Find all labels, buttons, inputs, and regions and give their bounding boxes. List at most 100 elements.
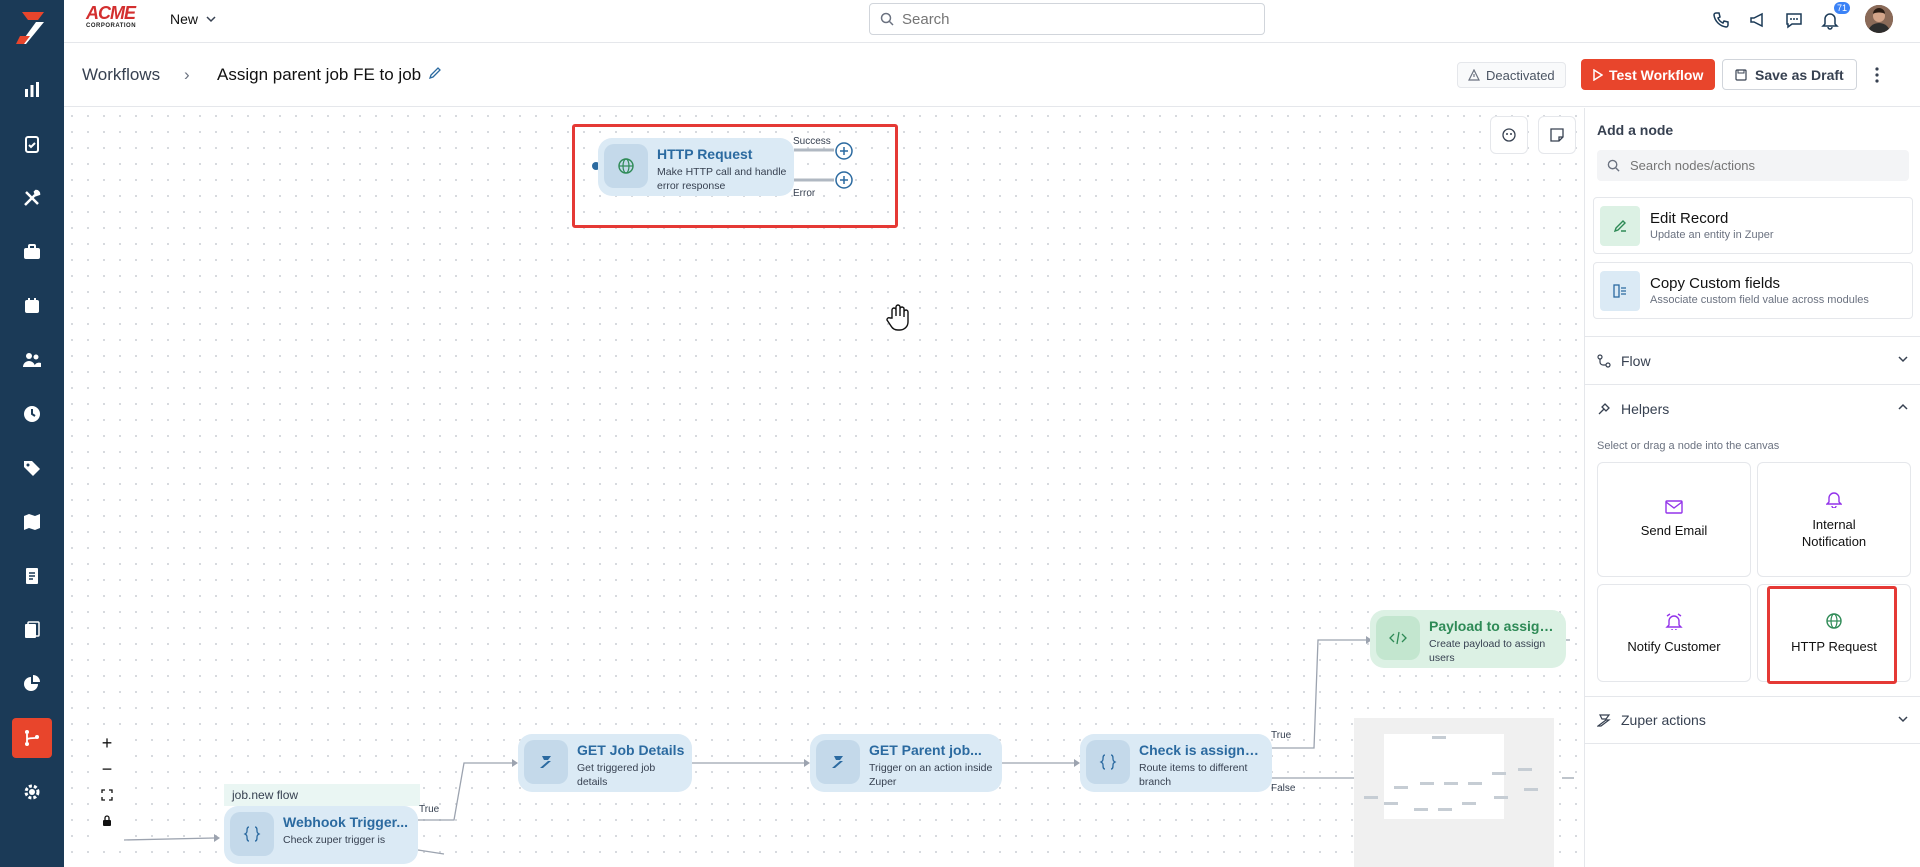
card-desc: Associate custom field value across modu… — [1650, 294, 1869, 306]
sidebar-item-workflows[interactable] — [12, 718, 52, 758]
internal-notification-tile[interactable]: Internal Notification — [1757, 462, 1911, 577]
new-menu-button[interactable]: New — [170, 11, 216, 27]
globe-icon — [604, 144, 648, 188]
node-search[interactable] — [1597, 150, 1909, 181]
more-options-icon[interactable] — [1867, 63, 1887, 87]
phone-icon[interactable] — [1710, 8, 1734, 32]
zoom-out-icon[interactable]: − — [92, 756, 122, 782]
node-title: Webhook Trigger... — [283, 814, 408, 830]
zoom-in-icon[interactable]: + — [92, 730, 122, 756]
edge-label-true: True — [419, 804, 440, 815]
save-draft-button[interactable]: Save as Draft — [1722, 59, 1857, 90]
search-icon — [1607, 159, 1620, 172]
lock-icon[interactable] — [92, 808, 122, 834]
sidebar-item-documents[interactable] — [12, 610, 52, 650]
workflow-canvas[interactable]: HTTP Request Make HTTP call and handle e… — [64, 108, 1584, 867]
status-label: Deactivated — [1486, 67, 1555, 83]
notify-customer-tile[interactable]: Notify Customer — [1597, 584, 1751, 682]
sidebar-item-settings[interactable] — [12, 772, 52, 812]
sidebar-item-reports[interactable] — [12, 664, 52, 704]
copy-custom-fields-card[interactable]: Copy Custom fields Associate custom fiel… — [1593, 262, 1913, 319]
zuper-action-icon — [816, 740, 860, 784]
node-search-input[interactable] — [1630, 158, 1890, 173]
global-search[interactable] — [869, 3, 1265, 35]
sidebar-item-customers[interactable] — [12, 340, 52, 380]
chat-icon[interactable] — [1782, 8, 1806, 32]
minimap[interactable] — [1354, 718, 1554, 867]
breadcrumb-separator: › — [184, 65, 190, 84]
play-icon — [1593, 68, 1603, 81]
node-desc: Check zuper trigger is — [283, 834, 386, 846]
chevron-down-icon — [1898, 716, 1908, 723]
workflow-header: Workflows › Assign parent job FE to job … — [64, 43, 1920, 107]
sidebar-item-schedule[interactable] — [12, 286, 52, 326]
section-flow[interactable]: Flow — [1585, 336, 1920, 384]
sticky-note-icon[interactable] — [1538, 116, 1576, 154]
node-desc: Create payload to assign users — [1429, 638, 1546, 664]
fit-screen-icon[interactable] — [92, 782, 122, 808]
map-icon — [24, 514, 40, 530]
company-logo[interactable]: ACME CORPORATION — [86, 4, 150, 32]
helpers-hint: Select or drag a node into the canvas — [1597, 440, 1780, 452]
sidebar-item-tools[interactable] — [12, 178, 52, 218]
section-label: Flow — [1621, 352, 1651, 369]
helpers-icon — [1598, 402, 1610, 414]
workflow-title: Assign parent job FE to job — [217, 65, 422, 84]
http-node-title: HTTP Request — [657, 146, 753, 162]
node-title: GET Job Details — [577, 742, 685, 758]
new-menu-label: New — [170, 11, 199, 27]
sidebar-item-projects[interactable] — [12, 232, 52, 272]
sidebar-item-pricing[interactable] — [12, 448, 52, 488]
sidebar-item-timesheet[interactable] — [12, 394, 52, 434]
alarm-bell-icon — [1665, 612, 1683, 630]
test-workflow-button[interactable]: Test Workflow — [1581, 59, 1716, 90]
user-avatar[interactable] — [1865, 5, 1893, 33]
zuper-logo-icon[interactable] — [14, 8, 50, 48]
braces-icon — [1086, 740, 1130, 784]
node-desc: Get triggered job details — [577, 762, 656, 788]
calendar-icon — [25, 298, 39, 313]
sidebar-item-map[interactable] — [12, 502, 52, 542]
node-title: Check is assigned... — [1139, 742, 1266, 758]
fit-view-icon[interactable] — [1490, 116, 1528, 154]
http-request-node[interactable]: HTTP Request Make HTTP call and handle e… — [598, 138, 794, 196]
invoice-icon — [26, 568, 38, 584]
clock-icon — [24, 406, 40, 422]
node-desc: Route items to different branch — [1139, 762, 1248, 788]
node-desc: Trigger on an action inside Zuper — [869, 762, 993, 788]
megaphone-icon[interactable] — [1746, 8, 1770, 32]
get-parent-job-node[interactable]: GET Parent job... Trigger on an action i… — [810, 734, 1002, 792]
edit-pencil-icon[interactable] — [428, 66, 442, 80]
save-draft-label: Save as Draft — [1755, 66, 1844, 83]
clipboard-icon — [25, 136, 39, 153]
edit-record-card[interactable]: Edit Record Update an entity in Zuper — [1593, 197, 1913, 254]
notifications-button[interactable]: 71 — [1818, 2, 1850, 32]
section-helpers[interactable]: Helpers — [1585, 384, 1920, 432]
sidebar-item-invoices[interactable] — [12, 556, 52, 596]
check-assigned-node[interactable]: Check is assigned... Route items to diff… — [1080, 734, 1272, 792]
send-email-tile[interactable]: Send Email — [1597, 462, 1751, 577]
http-node-desc: Make HTTP call and handle error response — [657, 166, 787, 192]
get-job-details-node[interactable]: GET Job Details Get triggered job detail… — [518, 734, 692, 792]
flow-icon — [1597, 353, 1611, 368]
tile-label: Internal Notification — [1801, 516, 1867, 549]
payload-node[interactable]: Payload to assign... Create payload to a… — [1370, 610, 1566, 668]
chevron-down-icon — [1898, 356, 1908, 363]
section-zuper-actions[interactable]: Zuper actions — [1585, 696, 1920, 744]
warning-icon — [1468, 69, 1480, 81]
panel-title: Add a node — [1597, 122, 1674, 138]
search-input[interactable] — [902, 10, 1242, 28]
tile-label: Send Email — [1640, 523, 1708, 538]
breadcrumb-workflows[interactable]: Workflows — [82, 65, 160, 85]
tools-icon — [24, 189, 41, 206]
status-badge: Deactivated — [1457, 62, 1566, 88]
zoom-controls: + − — [92, 730, 122, 840]
save-icon — [1735, 68, 1747, 81]
search-icon — [880, 12, 894, 26]
braces-icon — [230, 812, 274, 856]
node-title: Payload to assign... — [1429, 618, 1559, 634]
sidebar-item-jobs[interactable] — [12, 124, 52, 164]
sidebar-item-dashboard[interactable] — [12, 70, 52, 110]
brand-name: ACME — [86, 3, 136, 23]
webhook-trigger-node[interactable]: Webhook Trigger... Check zuper trigger i… — [224, 806, 418, 864]
